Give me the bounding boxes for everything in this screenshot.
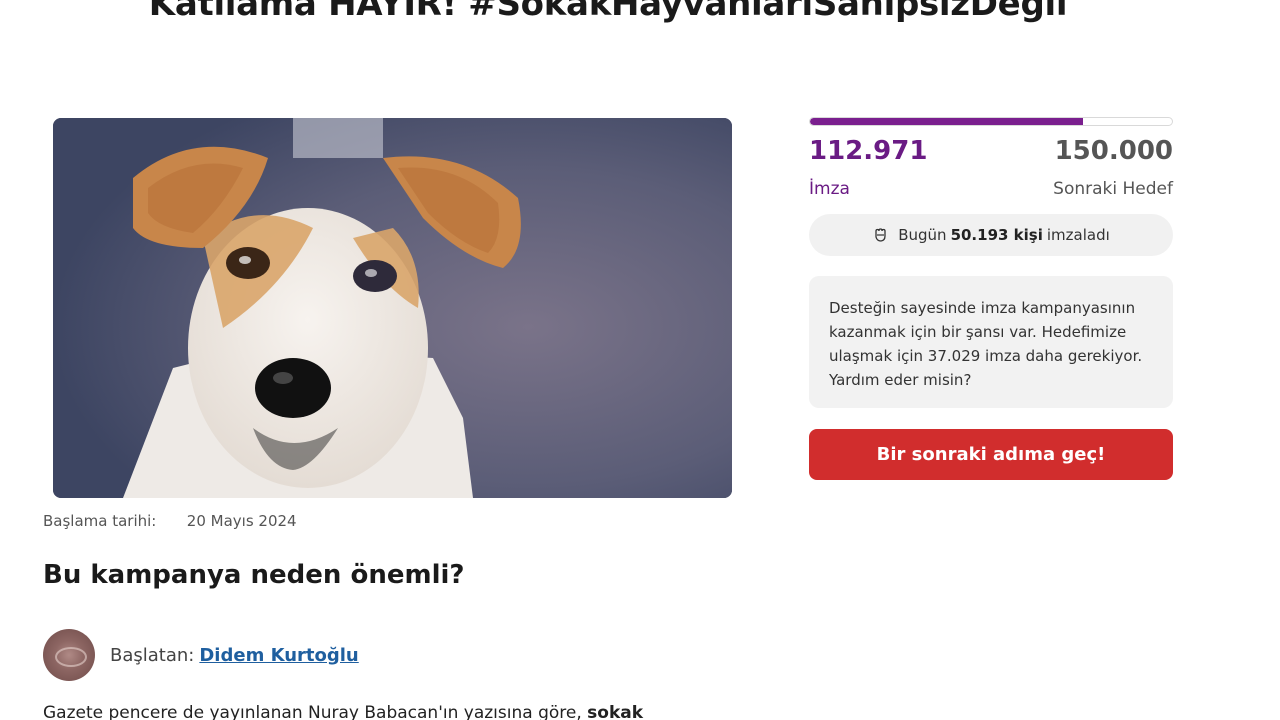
next-step-button[interactable]: Bir sonraki adıma geç! xyxy=(809,429,1173,480)
start-date: Başlama tarihi: 20 Mayıs 2024 xyxy=(43,512,297,530)
avatar xyxy=(43,629,95,681)
signature-progress-bar xyxy=(809,117,1173,126)
support-info-box: Desteğin sayesinde imza kampanyasının ka… xyxy=(809,276,1173,408)
start-date-value: 20 Mayıs 2024 xyxy=(186,512,297,530)
today-signatures-badge: Bugün 50.193 kişi imzaladı xyxy=(809,214,1173,256)
signature-count: 112.971 xyxy=(809,136,928,166)
starter-label: Başlatan: xyxy=(110,644,195,666)
dog-photo xyxy=(53,118,732,498)
body-text-bold: sokak xyxy=(587,703,644,720)
starter-name-link[interactable]: Didem Kurtoğlu xyxy=(199,645,358,666)
start-date-label: Başlama tarihi: xyxy=(43,512,157,530)
today-count: 50.193 kişi xyxy=(950,226,1043,244)
goal-count: 150.000 xyxy=(1054,136,1173,166)
body-text-start: Gazete pencere de yayınlanan Nuray Babac… xyxy=(43,703,588,720)
petition-page: Katliama HAYIR! #SokakHayvanlarıSahipsiz… xyxy=(0,0,1280,720)
today-suffix: imzaladı xyxy=(1046,226,1110,244)
today-prefix: Bugün xyxy=(898,226,947,244)
goal-label: Sonraki Hedef xyxy=(1053,179,1173,199)
signature-progress-fill xyxy=(810,118,1083,125)
petition-image-dog xyxy=(53,118,732,498)
section-heading: Bu kampanya neden önemli? xyxy=(43,560,465,590)
petition-title: Katliama HAYIR! #SokakHayvanlarıSahipsiz… xyxy=(148,0,1068,24)
raised-fist-icon xyxy=(872,226,890,244)
signature-label: İmza xyxy=(809,179,850,199)
petition-body-text: Gazete pencere de yayınlanan Nuray Babac… xyxy=(43,703,643,720)
petition-starter: Başlatan: Didem Kurtoğlu xyxy=(43,629,359,681)
